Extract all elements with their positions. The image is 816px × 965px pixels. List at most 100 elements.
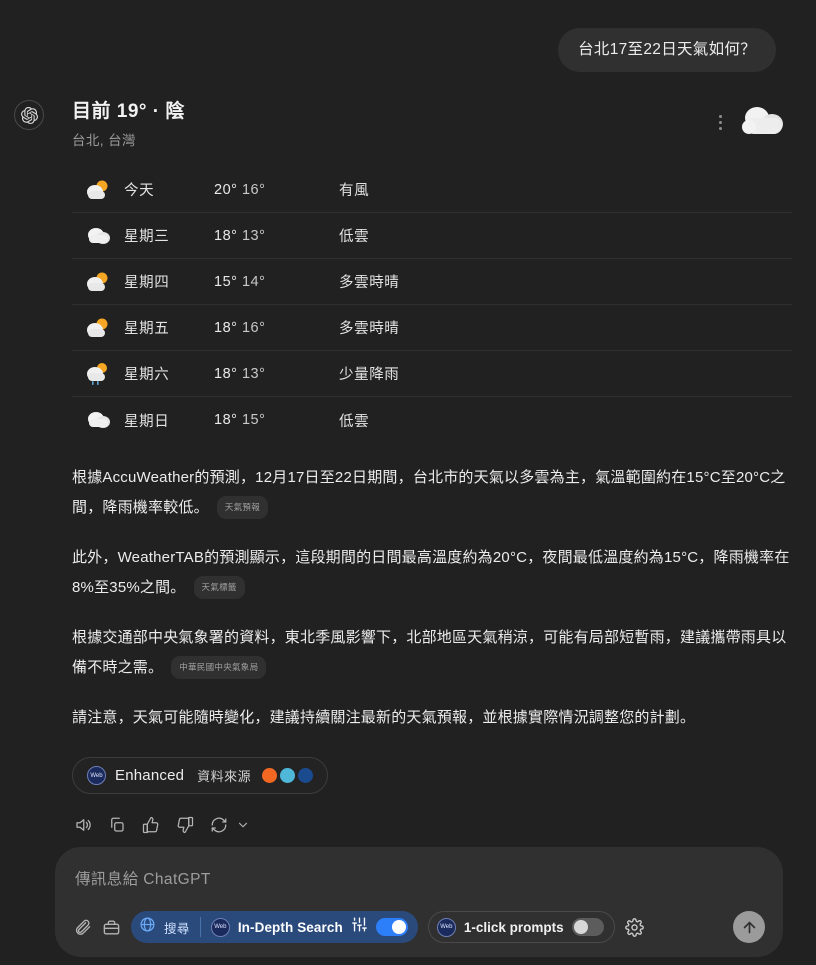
weather-current-title: 目前 19° · 陰 [72,101,185,123]
source-favicons[interactable] [262,768,314,784]
assistant-avatar [14,100,44,131]
forecast-day: 星期三 [124,229,170,246]
gear-icon[interactable] [624,917,644,937]
regenerate-icon[interactable] [210,816,228,834]
user-message-bubble: 台北17至22日天氣如何？ [558,28,776,73]
weather-header-text: 目前 19° · 陰 台北, 台灣 [72,96,719,149]
weather-header: 目前 19° · 陰 台北, 台灣 [72,96,792,149]
arrow-up-icon [743,921,755,933]
web-badge-icon: Web [87,766,106,786]
pill-divider [199,917,201,937]
sliders-icon[interactable] [351,916,368,938]
answer-paragraph: 根據AccuWeather的預測，12月17日至22日期間，台北市的天氣以多雲為… [72,463,792,523]
user-message-row: 台北17至22日天氣如何？ [0,0,816,73]
forecast-condition: 多雲時晴 [339,321,400,338]
answer-paragraph: 請注意，天氣可能隨時變化，建議持續關注最新的天氣預報，並根據實際情況調整您的計劃… [72,703,792,733]
sun-behind-cloud-icon [72,317,124,339]
sun-behind-cloud-icon [72,271,124,293]
forecast-condition: 少量降雨 [339,367,400,384]
forecast-temps: 18° 13° [214,366,339,382]
forecast-day: 今天 [124,183,155,200]
thumbs-up-icon[interactable] [142,816,160,834]
forecast-temps: 18° 13° [214,228,339,244]
more-vertical-icon[interactable] [719,114,722,130]
cloud-icon [72,225,124,247]
forecast-condition: 有風 [339,183,370,200]
forecast-high: 15° [214,273,238,290]
one-click-prompts-label: 1-click prompts [463,919,564,935]
enhanced-pill[interactable]: Web Enhanced 資料來源 [72,757,329,795]
search-label: 搜尋 [164,921,190,936]
table-row: 星期六 18° 13° 少量降雨 [72,351,792,398]
enhanced-bar: Web Enhanced 資料來源 [72,757,792,795]
table-row: 星期日 18° 15° 低雲 [72,397,792,443]
thumbs-down-icon[interactable] [176,816,194,834]
answer-paragraph: 根據交通部中央氣象署的資料，東北季風影響下，北部地區天氣稍涼，可能有局部短暫雨，… [72,623,792,683]
assistant-content: 目前 19° · 陰 台北, 台灣 今天 20° 16° 有風 星期三 18° … [44,96,792,834]
citation-chip[interactable]: 天氣標籤 [193,576,245,600]
send-button[interactable] [733,911,765,943]
citation-chip[interactable]: 中華民國中央氣象局 [171,656,267,680]
assistant-message-row: 目前 19° · 陰 台北, 台灣 今天 20° 16° 有風 星期三 18° … [0,72,816,834]
weather-forecast-list: 今天 20° 16° 有風 星期三 18° 13° 低雲 星期四 15° 14°… [72,167,792,443]
paragraph-text: 根據AccuWeather的預測，12月17日至22日期間，台北市的天氣以多雲為… [72,469,786,517]
forecast-low: 16° [241,319,266,336]
copy-icon[interactable] [108,816,126,834]
forecast-day: 星期四 [124,275,170,292]
weather-location: 台北, 台灣 [72,133,136,149]
paragraph-text: 請注意，天氣可能隨時變化，建議持續關注最新的天氣預報，並根據實際情況調整您的計劃… [72,709,696,727]
read-aloud-icon[interactable] [74,816,92,834]
toolbox-icon[interactable] [102,918,121,937]
forecast-temps: 18° 16° [214,320,339,336]
message-actions [72,816,792,834]
web-badge-icon: Web [210,917,230,937]
answer-paragraph: 此外，WeatherTAB的預測顯示，這段期間的日間最高溫度約為20°C，夜間最… [72,543,792,603]
paperclip-icon[interactable] [73,918,92,937]
forecast-day: 星期五 [124,321,170,338]
forecast-high: 18° [214,412,238,429]
source-favicon-3[interactable] [298,768,314,784]
sources-label: 資料來源 [197,769,252,785]
forecast-low: 15° [241,412,266,429]
forecast-condition: 低雲 [339,229,370,246]
table-row: 星期五 18° 16° 多雲時晴 [72,305,792,352]
chevron-down-icon[interactable] [236,818,250,832]
composer-toolbar: 搜尋 Web In-Depth Search Web 1-click promp… [73,911,765,943]
forecast-low: 14° [241,273,266,290]
sun-behind-rain-cloud-icon [72,362,124,386]
forecast-condition: 多雲時晴 [339,275,400,292]
globe-icon [139,916,156,938]
paragraph-text: 此外，WeatherTAB的預測顯示，這段期間的日間最高溫度約為20°C，夜間最… [72,549,790,597]
weather-header-controls [719,96,792,142]
forecast-low: 13° [241,227,266,244]
one-click-prompts-toggle[interactable] [571,918,604,936]
cloud-icon [742,107,783,135]
forecast-temps: 18° 15° [214,412,339,428]
search-mode-pill[interactable]: 搜尋 Web In-Depth Search [131,911,418,943]
forecast-temps: 20° 16° [214,182,339,198]
chatgpt-conversation-page: 台北17至22日天氣如何？ 目前 19° · 陰 台北, 台灣 今天 20° 1… [0,0,816,965]
table-row: 星期三 18° 13° 低雲 [72,213,792,260]
forecast-high: 18° [214,319,238,336]
source-favicon-2[interactable] [280,768,296,784]
one-click-prompts-pill[interactable]: Web 1-click prompts [427,911,615,943]
forecast-high: 18° [214,227,238,244]
message-composer[interactable]: 傳訊息給 ChatGPT 搜尋 Web In-Depth Search Web … [55,847,783,957]
forecast-day: 星期六 [124,367,170,384]
enhanced-label: Enhanced [115,767,185,785]
forecast-high: 18° [214,365,238,382]
sun-behind-cloud-icon [72,179,124,201]
composer-placeholder[interactable]: 傳訊息給 ChatGPT [73,865,765,889]
forecast-low: 16° [241,181,266,198]
weather-widget: 目前 19° · 陰 台北, 台灣 今天 20° 16° 有風 星期三 18° … [72,96,792,443]
forecast-low: 13° [241,365,266,382]
forecast-high: 20° [214,181,238,198]
citation-chip[interactable]: 天氣預報 [216,496,269,520]
forecast-temps: 15° 14° [214,274,339,290]
openai-logo-icon [20,106,38,124]
indepth-search-label: In-Depth Search [237,919,343,935]
table-row: 今天 20° 16° 有風 [72,167,792,214]
cloud-icon [72,409,124,431]
source-favicon-1[interactable] [262,768,278,784]
indepth-search-toggle[interactable] [375,918,408,936]
